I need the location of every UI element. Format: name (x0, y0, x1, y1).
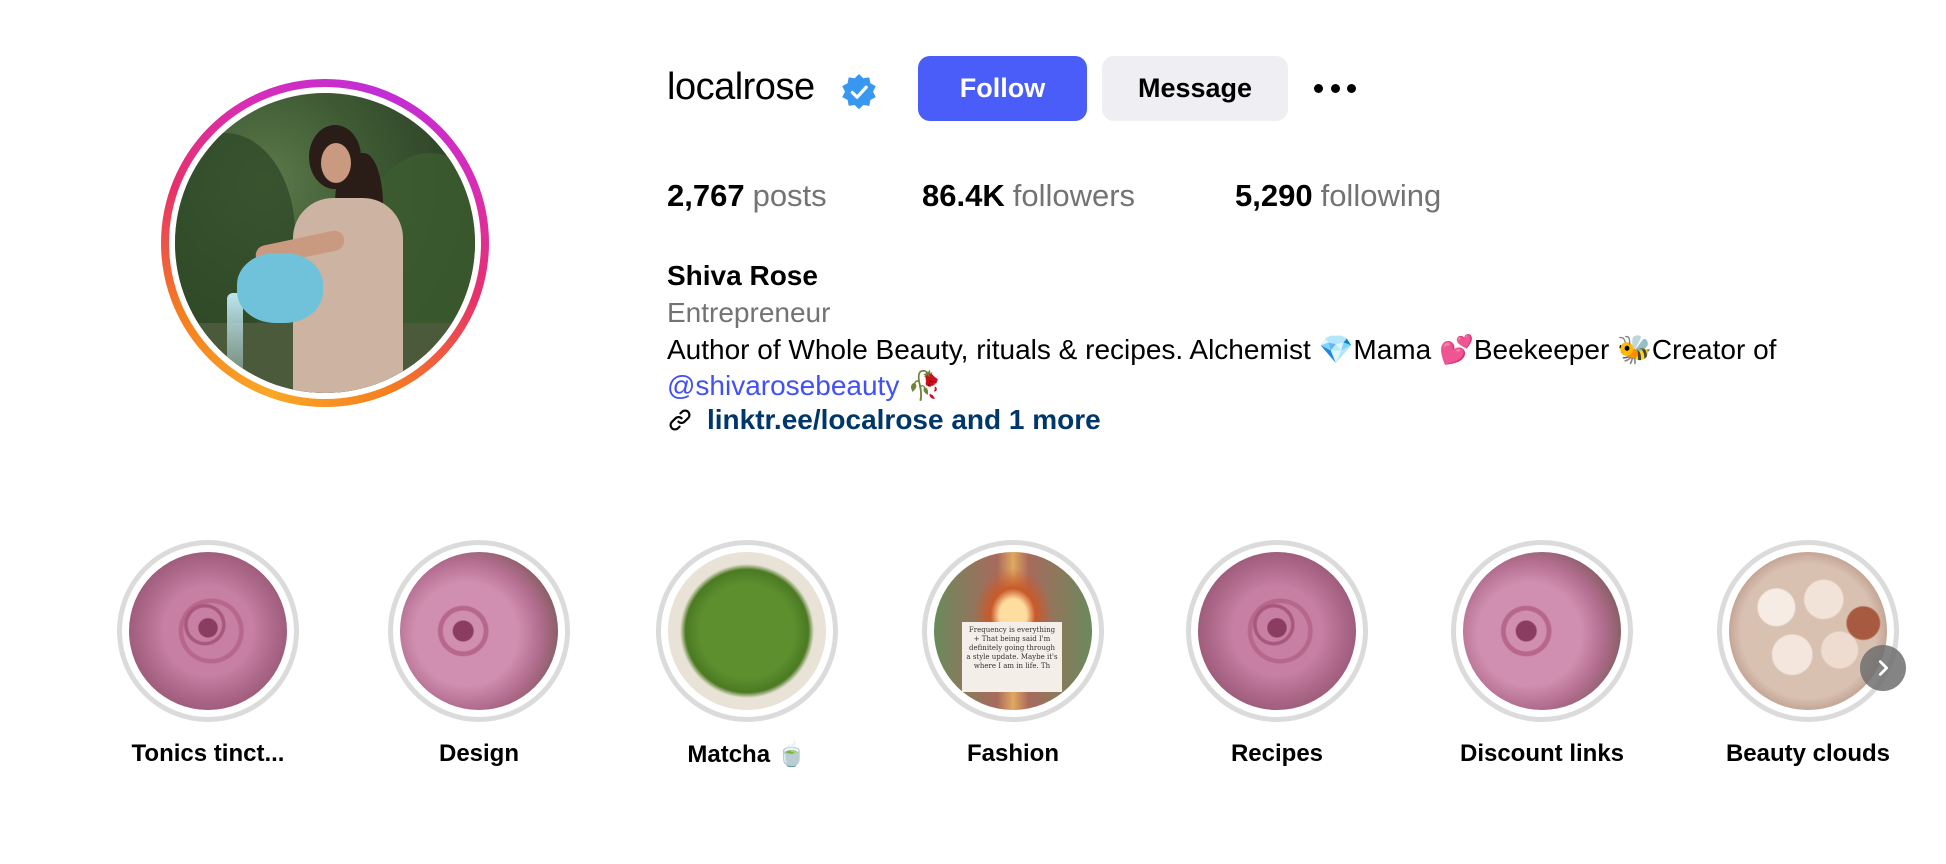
profile-username: localrose (667, 66, 815, 108)
posts-label: posts (752, 178, 827, 213)
profile-external-link[interactable]: linktr.ee/localrose and 1 more (667, 404, 1101, 436)
story-highlight[interactable]: Design (354, 540, 604, 768)
highlight-label: Matcha 🍵 (687, 741, 807, 768)
profile-avatar-story-ring[interactable] (161, 79, 489, 407)
following-label: following (1320, 178, 1442, 213)
story-highlight[interactable]: Discount links (1417, 540, 1667, 768)
bio-mention-link[interactable]: @shivarosebeauty (667, 370, 899, 401)
profile-full-name: Shiva Rose (667, 260, 818, 291)
highlight-cover (1198, 552, 1356, 710)
message-button[interactable]: Message (1102, 56, 1288, 121)
story-highlight[interactable]: Matcha 🍵 (622, 540, 872, 769)
profile-page: localrose Follow Message 2,767 posts 86.4… (0, 0, 1946, 864)
followers-stat[interactable]: 86.4K followers (922, 178, 1135, 214)
highlight-cover (1729, 552, 1887, 710)
followers-count: 86.4K (922, 178, 1005, 213)
profile-category: Entrepreneur (667, 297, 831, 328)
posts-stat: 2,767 posts (667, 178, 827, 214)
highlight-label: Recipes (1230, 740, 1324, 767)
external-link-text[interactable]: linktr.ee/localrose and 1 more (707, 404, 1101, 436)
highlight-label: Design (438, 740, 519, 767)
followers-label: followers (1012, 178, 1136, 213)
highlight-label: Tonics tinct... (131, 740, 285, 767)
bio-mention-suffix: 🥀 (899, 370, 942, 401)
profile-bio-mention-line: @shivarosebeauty 🥀 (667, 369, 942, 402)
profile-avatar (175, 93, 475, 393)
link-icon (669, 409, 691, 431)
highlights-next-button[interactable] (1860, 645, 1906, 691)
following-count: 5,290 (1235, 178, 1313, 213)
chevron-right-icon (1878, 660, 1889, 676)
highlight-cover (668, 552, 826, 710)
posts-count: 2,767 (667, 178, 745, 213)
highlight-label: Fashion (966, 740, 1059, 767)
highlight-cover (1463, 552, 1621, 710)
highlight-cover (400, 552, 558, 710)
highlight-cover (129, 552, 287, 710)
highlight-label: Discount links (1459, 740, 1625, 767)
highlight-cover: Frequency is everything + That being sai… (934, 552, 1092, 710)
more-options-icon[interactable] (1310, 70, 1360, 106)
verified-badge-icon (842, 73, 876, 110)
story-highlight[interactable]: Tonics tinct... (83, 540, 333, 768)
highlight-cover-caption: Frequency is everything + That being sai… (962, 622, 1062, 692)
story-highlight[interactable]: Recipes (1152, 540, 1402, 768)
highlight-label: Beauty clouds (1725, 740, 1891, 767)
follow-button[interactable]: Follow (918, 56, 1087, 121)
story-highlight[interactable]: Frequency is everything + That being sai… (888, 540, 1138, 768)
following-stat[interactable]: 5,290 following (1235, 178, 1441, 214)
profile-bio-text: Author of Whole Beauty, rituals & recipe… (667, 334, 1777, 365)
